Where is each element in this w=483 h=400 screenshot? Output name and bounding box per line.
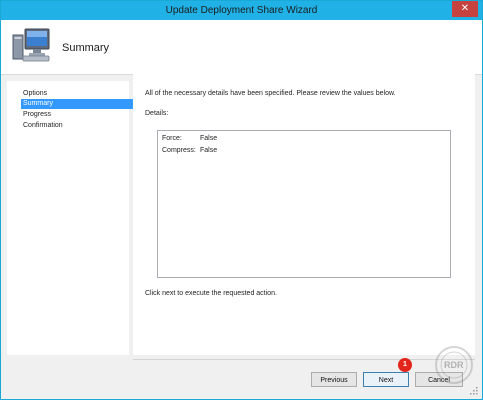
title-bar[interactable]: Update Deployment Share Wizard ✕	[1, 1, 482, 20]
next-button[interactable]: Next	[363, 372, 409, 387]
nav-item-label: Progress	[23, 111, 52, 118]
nav-item-label: Options	[23, 90, 48, 97]
wizard-header: Summary	[1, 20, 482, 75]
page-title: Summary	[62, 42, 110, 54]
detail-key: Force:	[162, 135, 182, 142]
next-button-label: Next	[378, 377, 394, 384]
wizard-window: Update Deployment Share Wizard ✕ Summary…	[0, 0, 483, 400]
nav-item-confirmation[interactable]: Confirmation	[21, 121, 133, 131]
nav-item-label: Summary	[23, 100, 53, 107]
nav-item-summary[interactable]: Summary	[21, 99, 133, 109]
details-label: Details:	[145, 110, 169, 117]
close-button[interactable]: ✕	[452, 1, 478, 17]
watermark-text: RDR	[444, 360, 464, 370]
resize-grip-icon[interactable]	[470, 387, 478, 395]
instruction-note: Click next to execute the requested acti…	[145, 290, 277, 297]
detail-key: Compress:	[162, 147, 196, 154]
nav-item-progress[interactable]: Progress	[21, 110, 133, 120]
previous-button-label: Previous	[320, 377, 348, 384]
computer-icon	[12, 28, 50, 62]
nav-item-options[interactable]: Options	[21, 89, 133, 99]
detail-value: False	[200, 135, 218, 142]
close-icon: ✕	[460, 3, 470, 14]
window-title: Update Deployment Share Wizard	[165, 5, 318, 16]
detail-value: False	[200, 147, 218, 154]
nav-item-label: Confirmation	[23, 122, 63, 129]
footer-divider	[133, 359, 475, 360]
summary-instruction: All of the necessary details have been s…	[145, 90, 396, 97]
summary-panel: All of the necessary details have been s…	[133, 74, 475, 369]
step-badge: 1	[398, 358, 412, 372]
previous-button[interactable]: Previous	[311, 372, 357, 387]
details-textbox[interactable]: Force: False Compress: False	[157, 130, 451, 278]
wizard-nav: Options Summary Progress Confirmation	[7, 81, 133, 369]
